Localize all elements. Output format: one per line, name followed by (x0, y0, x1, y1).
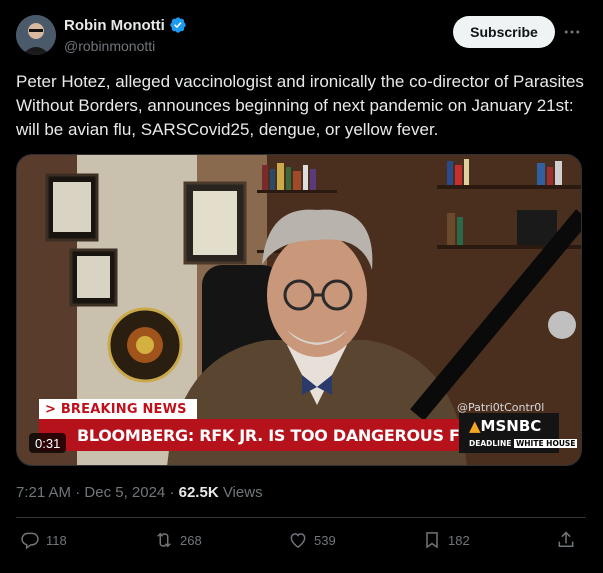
avatar-image (16, 15, 56, 55)
network-box: ▲MSNBC DEADLINE WHITE HOUSE (459, 413, 578, 453)
heart-icon (290, 533, 306, 548)
video-duration: 0:31 (29, 433, 67, 453)
bookmark-count: 182 (448, 532, 470, 548)
peacock-icon: ▲ (469, 417, 481, 435)
network-logo: ▲MSNBC (469, 417, 542, 435)
avatar[interactable] (16, 15, 56, 55)
like-button[interactable]: 539 (288, 530, 336, 550)
more-options-icon[interactable] (562, 22, 582, 42)
breaking-arrow-icon: > (45, 401, 61, 417)
views-count: 62.5K (178, 484, 219, 501)
views-label: Views (222, 484, 263, 501)
breaking-news-label: BREAKING NEWS (60, 401, 187, 417)
reply-button[interactable]: 118 (20, 530, 67, 550)
bookmark-button[interactable]: 182 (422, 530, 470, 550)
tweet-text: Peter Hotez, alleged vaccinologist and i… (16, 72, 584, 139)
share-button[interactable] (556, 530, 576, 550)
repost-count: 268 (180, 532, 202, 548)
bookmark-icon (426, 532, 438, 549)
subscribe-button[interactable]: Subscribe (453, 16, 555, 48)
author-handle[interactable]: @robinmonotti (64, 38, 155, 54)
meta-separator: · (169, 484, 175, 501)
action-bar: 118 268 539 182 (16, 530, 586, 556)
tweet-time[interactable]: 7:21 AM (16, 484, 71, 501)
verified-badge-icon (170, 17, 186, 33)
chyron-headline: BLOOMBERG: RFK JR. IS TOO DANGEROUS FOR … (39, 419, 459, 451)
video-player[interactable]: > BREAKING NEWS @Patri0tContr0l BLOOMBER… (16, 154, 582, 466)
repost-icon (157, 532, 171, 548)
reply-icon (21, 532, 39, 550)
divider (16, 517, 586, 518)
breaking-news-tag: > BREAKING NEWS (39, 399, 197, 419)
tweet-meta: 7:21 AM · Dec 5, 2024 · 62.5K Views (16, 484, 263, 501)
tweet-date[interactable]: Dec 5, 2024 (84, 484, 165, 501)
author-name[interactable]: Robin Monotti (64, 17, 165, 34)
repost-button[interactable]: 268 (154, 530, 202, 550)
show-name: DEADLINE WHITE HOUSE (469, 439, 578, 448)
reply-count: 118 (46, 532, 67, 548)
meta-separator: · (75, 484, 81, 501)
share-icon (558, 531, 574, 547)
like-count: 539 (314, 532, 336, 548)
